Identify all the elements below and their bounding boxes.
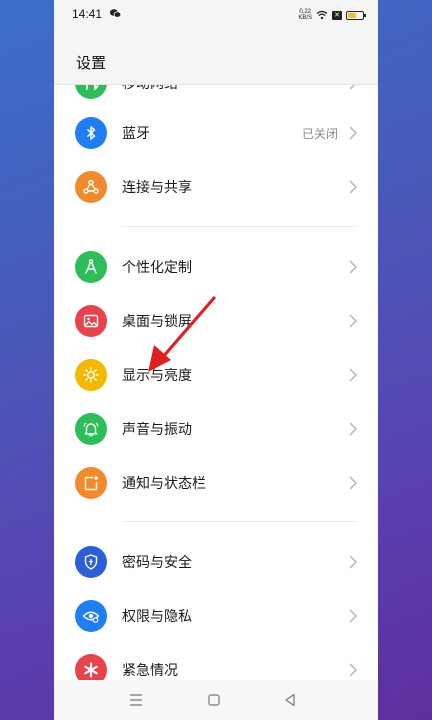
network-speed: 0.22 KB/S: [298, 9, 312, 21]
notification-icon: [84, 476, 98, 491]
eye-icon-badge: [75, 600, 107, 632]
status-time: 14:41: [72, 7, 103, 21]
sun-icon: [83, 367, 99, 383]
settings-list[interactable]: 移动网络 蓝牙 已关闭 连接与共享 个性化定制 桌面与锁屏 显示与亮度 声音与振…: [54, 84, 378, 680]
menu-icon[interactable]: [126, 690, 146, 710]
battery-cap: [364, 13, 366, 17]
navigation-bar: [54, 680, 378, 720]
phone-screen: 14:41 0.22 KB/S ✕ 设置 移动网络 蓝牙 已关闭 连接与共享 个…: [54, 0, 378, 720]
compass-icon-badge: [75, 251, 107, 283]
mobile-network-icon: [86, 84, 99, 90]
wifi-icon: [316, 10, 328, 20]
settings-item-label: 移动网络: [122, 84, 178, 92]
settings-item-desktop-lockscreen[interactable]: 桌面与锁屏: [54, 294, 378, 348]
asterisk-icon-badge: [75, 654, 107, 680]
settings-item-label: 蓝牙: [122, 126, 150, 142]
settings-item-label: 桌面与锁屏: [122, 314, 192, 330]
settings-item-label: 通知与状态栏: [122, 476, 206, 492]
settings-item-label: 权限与隐私: [122, 609, 192, 625]
bluetooth-status-value: 已关闭: [301, 127, 338, 141]
chevron-right-icon: [349, 555, 358, 569]
bluetooth-icon: [86, 126, 96, 140]
compass-icon: [85, 259, 97, 274]
chevron-right-icon: [349, 126, 358, 140]
settings-item-connection-sharing[interactable]: 连接与共享: [54, 160, 378, 214]
settings-item-display-brightness[interactable]: 显示与亮度: [54, 348, 378, 402]
status-bar: 14:41 0.22 KB/S ✕: [54, 0, 378, 30]
sun-icon-badge: [75, 359, 107, 391]
section-divider: [122, 226, 356, 227]
home-icon[interactable]: [204, 690, 224, 710]
shield-icon-badge: [75, 546, 107, 578]
back-icon[interactable]: [280, 690, 300, 710]
network-speed-unit: KB/S: [298, 15, 312, 21]
battery-fill: [348, 12, 356, 18]
settings-item-notification-statusbar[interactable]: 通知与状态栏: [54, 456, 378, 510]
share-icon: [83, 179, 99, 194]
chevron-right-icon: [349, 663, 358, 677]
page-header: 设置: [54, 30, 378, 85]
settings-item-personalization[interactable]: 个性化定制: [54, 240, 378, 294]
eye-icon: [82, 611, 100, 623]
settings-item-label: 连接与共享: [122, 180, 192, 196]
image-icon-badge: [75, 305, 107, 337]
asterisk-icon: [84, 662, 98, 678]
settings-item-label: 声音与振动: [122, 422, 192, 438]
wechat-icon: [110, 9, 121, 18]
chevron-right-icon: [349, 476, 358, 490]
settings-item-emergency[interactable]: 紧急情况: [54, 643, 378, 680]
bell-icon-badge: [75, 413, 107, 445]
mobile-network-icon-badge: [75, 84, 107, 99]
settings-item-label: 显示与亮度: [122, 368, 192, 384]
bluetooth-icon-badge: [75, 117, 107, 149]
status-icons: 0.22 KB/S ✕: [298, 6, 366, 24]
settings-item-label: 个性化定制: [122, 260, 192, 276]
shield-icon: [84, 554, 98, 570]
settings-item-sound-vibration[interactable]: 声音与振动: [54, 402, 378, 456]
chevron-right-icon: [349, 180, 358, 194]
settings-item-password-security[interactable]: 密码与安全: [54, 535, 378, 589]
page-title: 设置: [76, 54, 107, 72]
image-icon: [83, 314, 99, 328]
chevron-right-icon: [349, 368, 358, 382]
chevron-right-icon: [349, 609, 358, 623]
settings-item-permission-privacy[interactable]: 权限与隐私: [54, 589, 378, 643]
notification-icon-badge: [75, 467, 107, 499]
chevron-right-icon: [349, 422, 358, 436]
sim-icon: ✕: [332, 10, 342, 20]
battery-icon: [346, 10, 366, 20]
chevron-right-icon: [349, 314, 358, 328]
bell-icon: [83, 422, 99, 437]
settings-item-label: 紧急情况: [122, 663, 178, 679]
settings-item-bluetooth[interactable]: 蓝牙 已关闭: [54, 106, 378, 160]
settings-item-label: 密码与安全: [122, 555, 192, 571]
section-divider: [122, 521, 356, 522]
share-icon-badge: [75, 171, 107, 203]
chevron-right-icon: [349, 260, 358, 274]
